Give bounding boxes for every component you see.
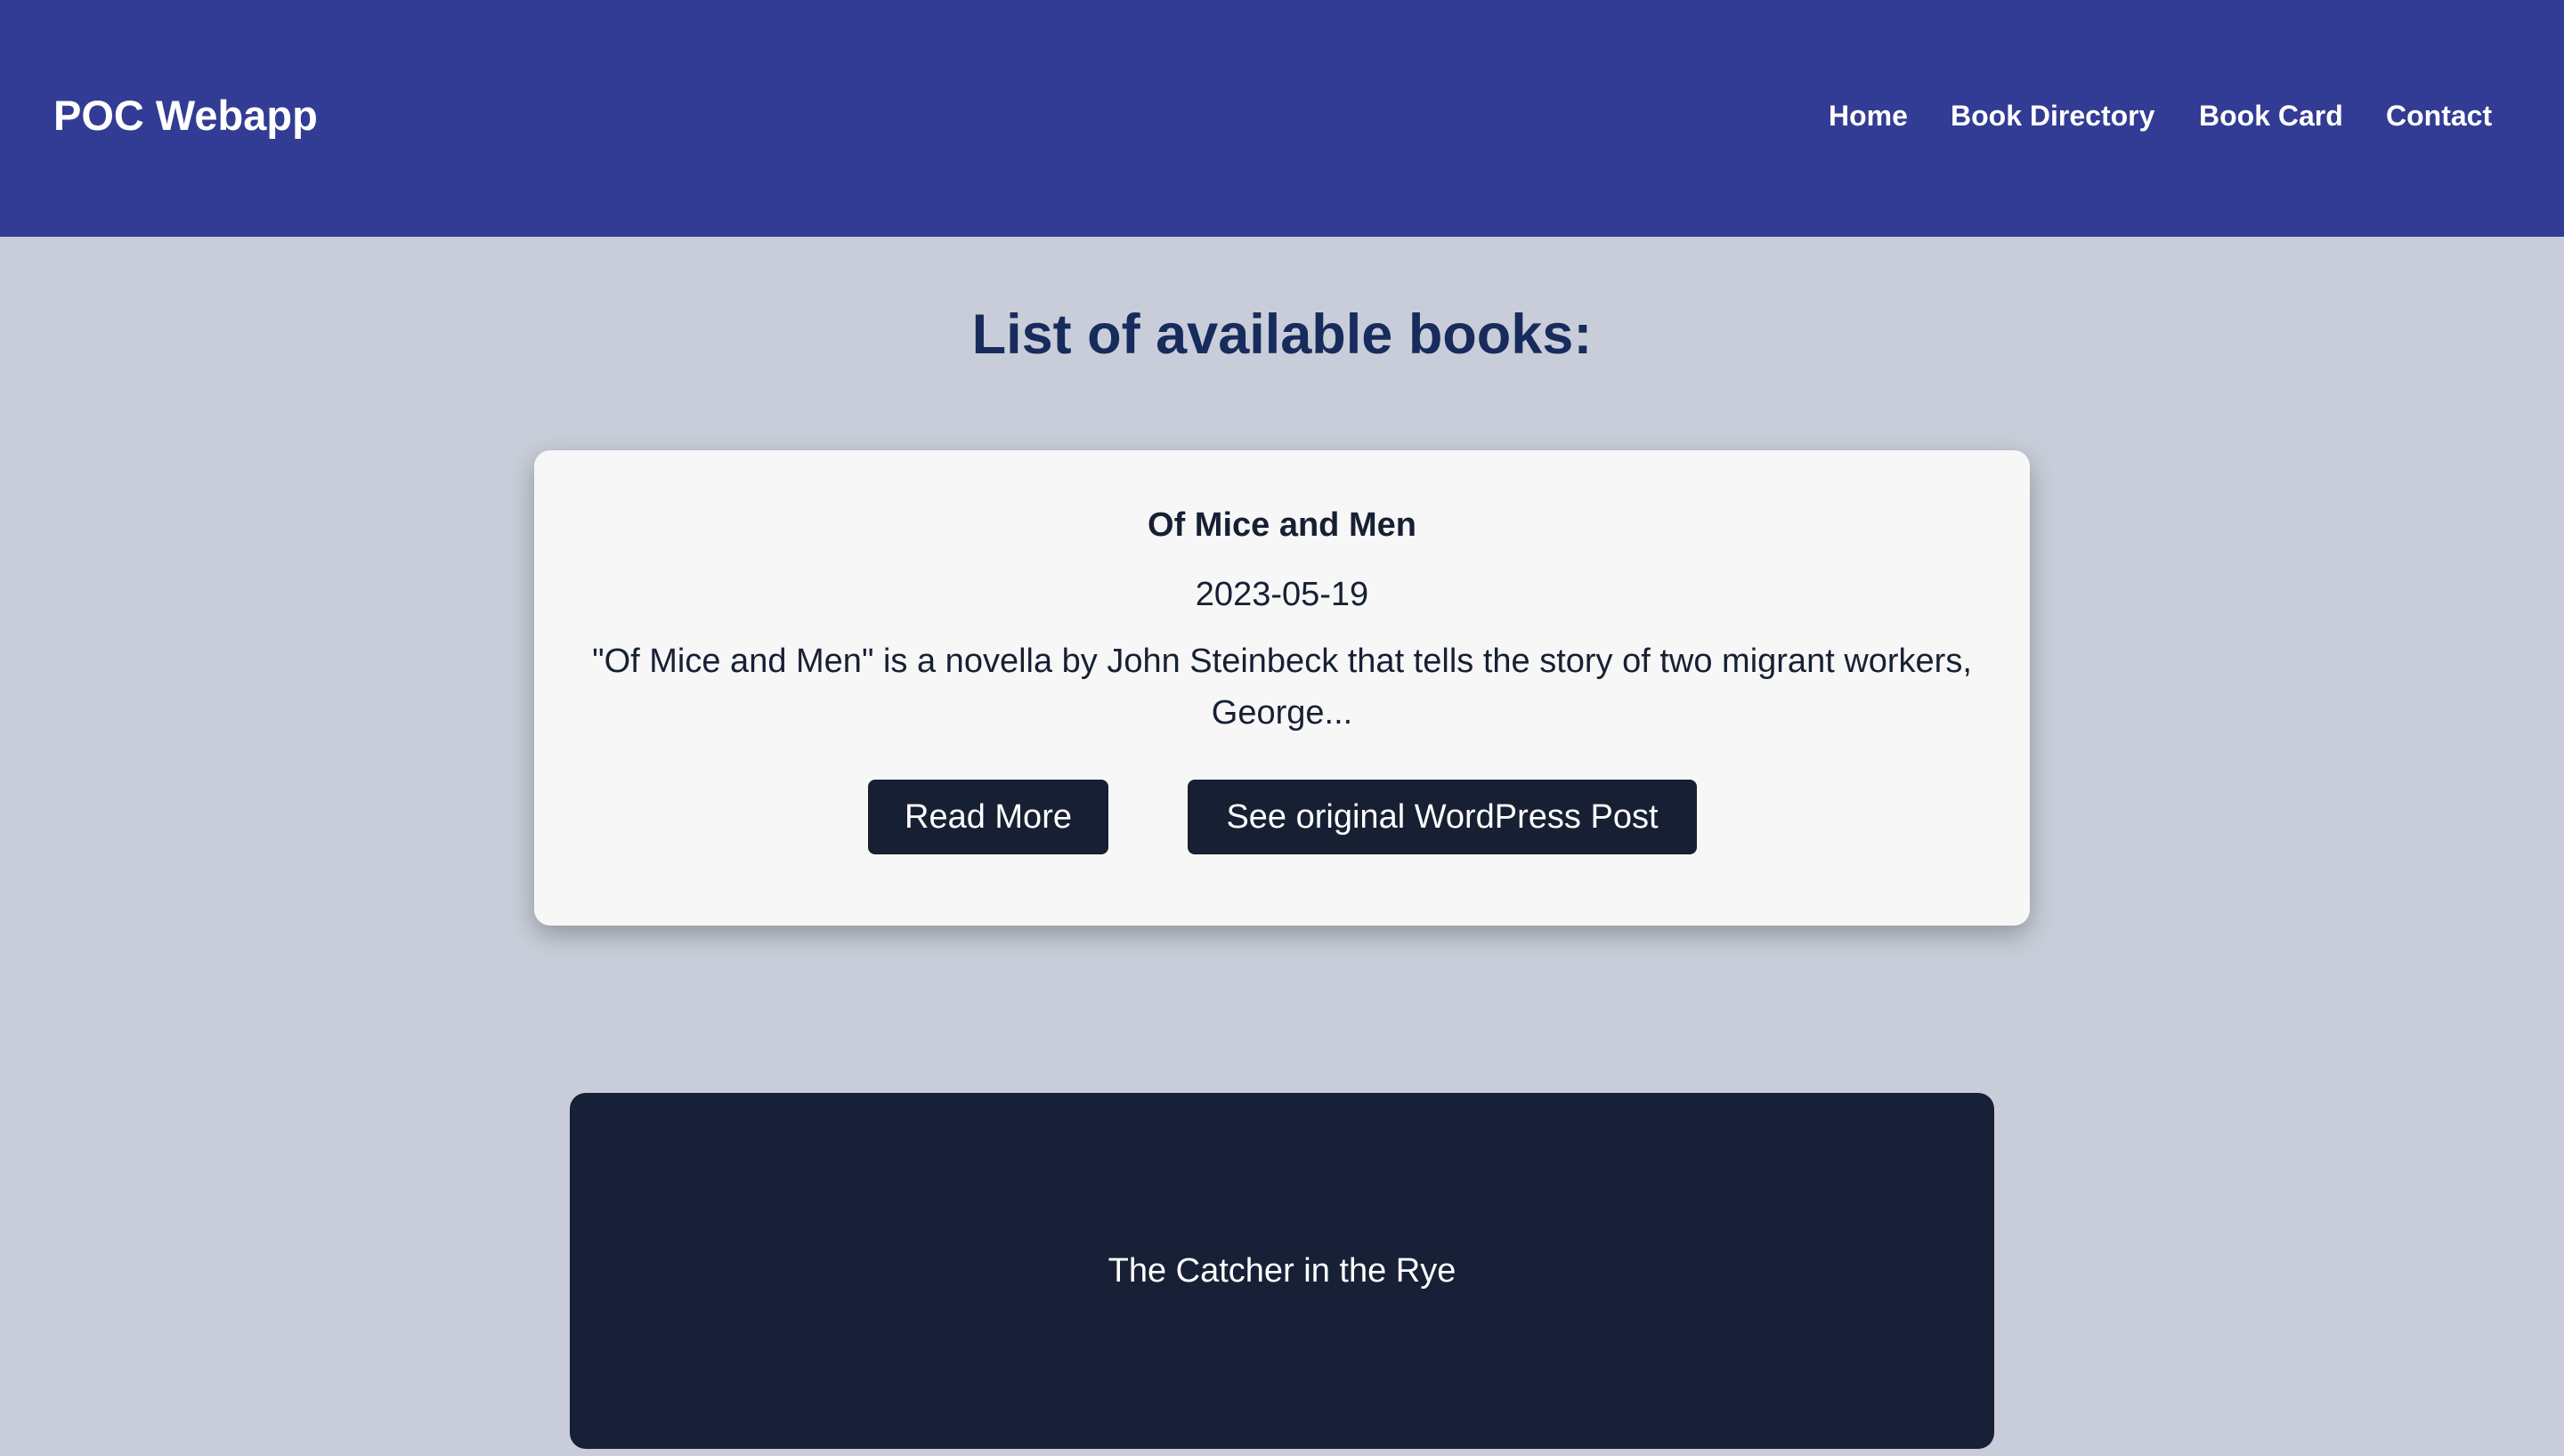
nav-link-book-directory[interactable]: Book Directory — [1951, 98, 2154, 133]
read-more-button[interactable]: Read More — [868, 780, 1108, 854]
brand-logo[interactable]: POC Webapp — [53, 87, 318, 144]
book-excerpt: "Of Mice and Men" is a novella by John S… — [592, 643, 1972, 732]
book-card-dark[interactable]: The Catcher in the Rye — [570, 1093, 1994, 1449]
book-title: Of Mice and Men — [1148, 506, 1416, 544]
wordpress-post-button[interactable]: See original WordPress Post — [1188, 780, 1697, 854]
nav-link-home[interactable]: Home — [1829, 98, 1908, 133]
nav-link-contact[interactable]: Contact — [2386, 98, 2492, 133]
book-date: 2023-05-19 — [1195, 576, 1369, 613]
navbar: POC Webapp Home Book Directory Book Card… — [0, 0, 2564, 237]
nav-link-book-card[interactable]: Book Card — [2199, 98, 2343, 133]
book-title: The Catcher in the Rye — [1108, 1252, 1456, 1290]
page-heading: List of available books: — [971, 303, 1593, 366]
book-card: Of Mice and Men 2023-05-19 "Of Mice and … — [534, 450, 2030, 926]
